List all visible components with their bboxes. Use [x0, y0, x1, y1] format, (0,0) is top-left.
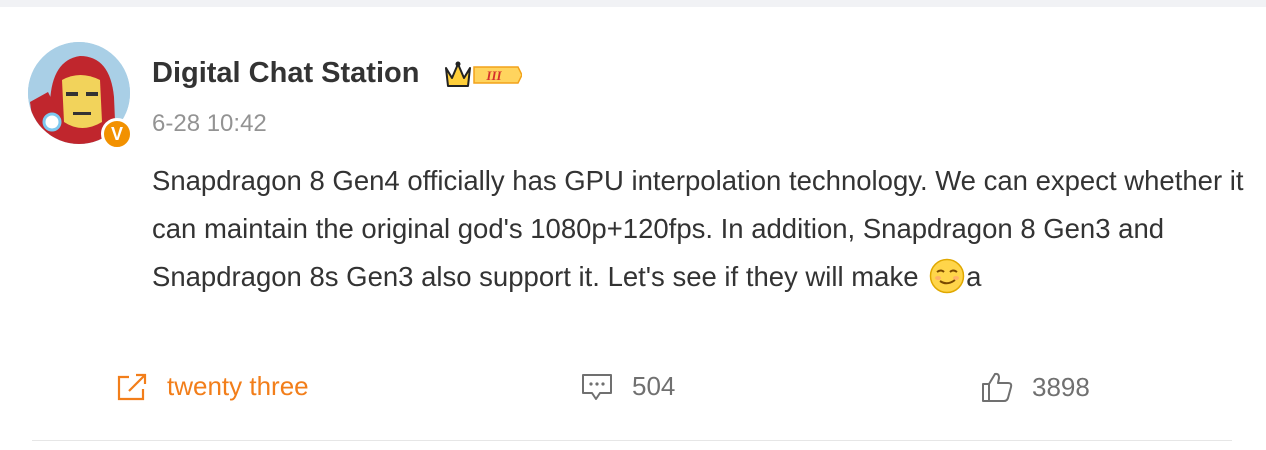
comment-button[interactable]: 504 — [580, 371, 675, 402]
post-text-main: Snapdragon 8 Gen4 officially has GPU int… — [152, 165, 1244, 292]
divider — [32, 440, 1232, 441]
post-body: Snapdragon 8 Gen4 officially has GPU int… — [152, 157, 1252, 301]
level-badge: III — [444, 60, 523, 95]
post-timestamp[interactable]: 6-28 10:42 — [152, 110, 267, 138]
post-card: V Digital Chat Station III 6-28 10:42 Sn… — [0, 7, 1266, 450]
smirk-emoji-icon — [929, 258, 965, 294]
like-button[interactable]: 3898 — [980, 371, 1090, 403]
comment-icon — [580, 372, 614, 402]
author-name[interactable]: Digital Chat Station — [152, 57, 419, 90]
comment-count: 504 — [632, 371, 676, 401]
thumbs-up-icon — [980, 371, 1014, 403]
repost-button[interactable]: twenty three — [115, 371, 309, 402]
post-text-tail: a — [966, 261, 982, 292]
verified-badge: V — [101, 118, 133, 150]
repost-label: twenty three — [167, 371, 309, 401]
like-count: 3898 — [1032, 371, 1090, 402]
share-icon — [115, 372, 149, 402]
level-badge-text: III — [485, 68, 502, 83]
